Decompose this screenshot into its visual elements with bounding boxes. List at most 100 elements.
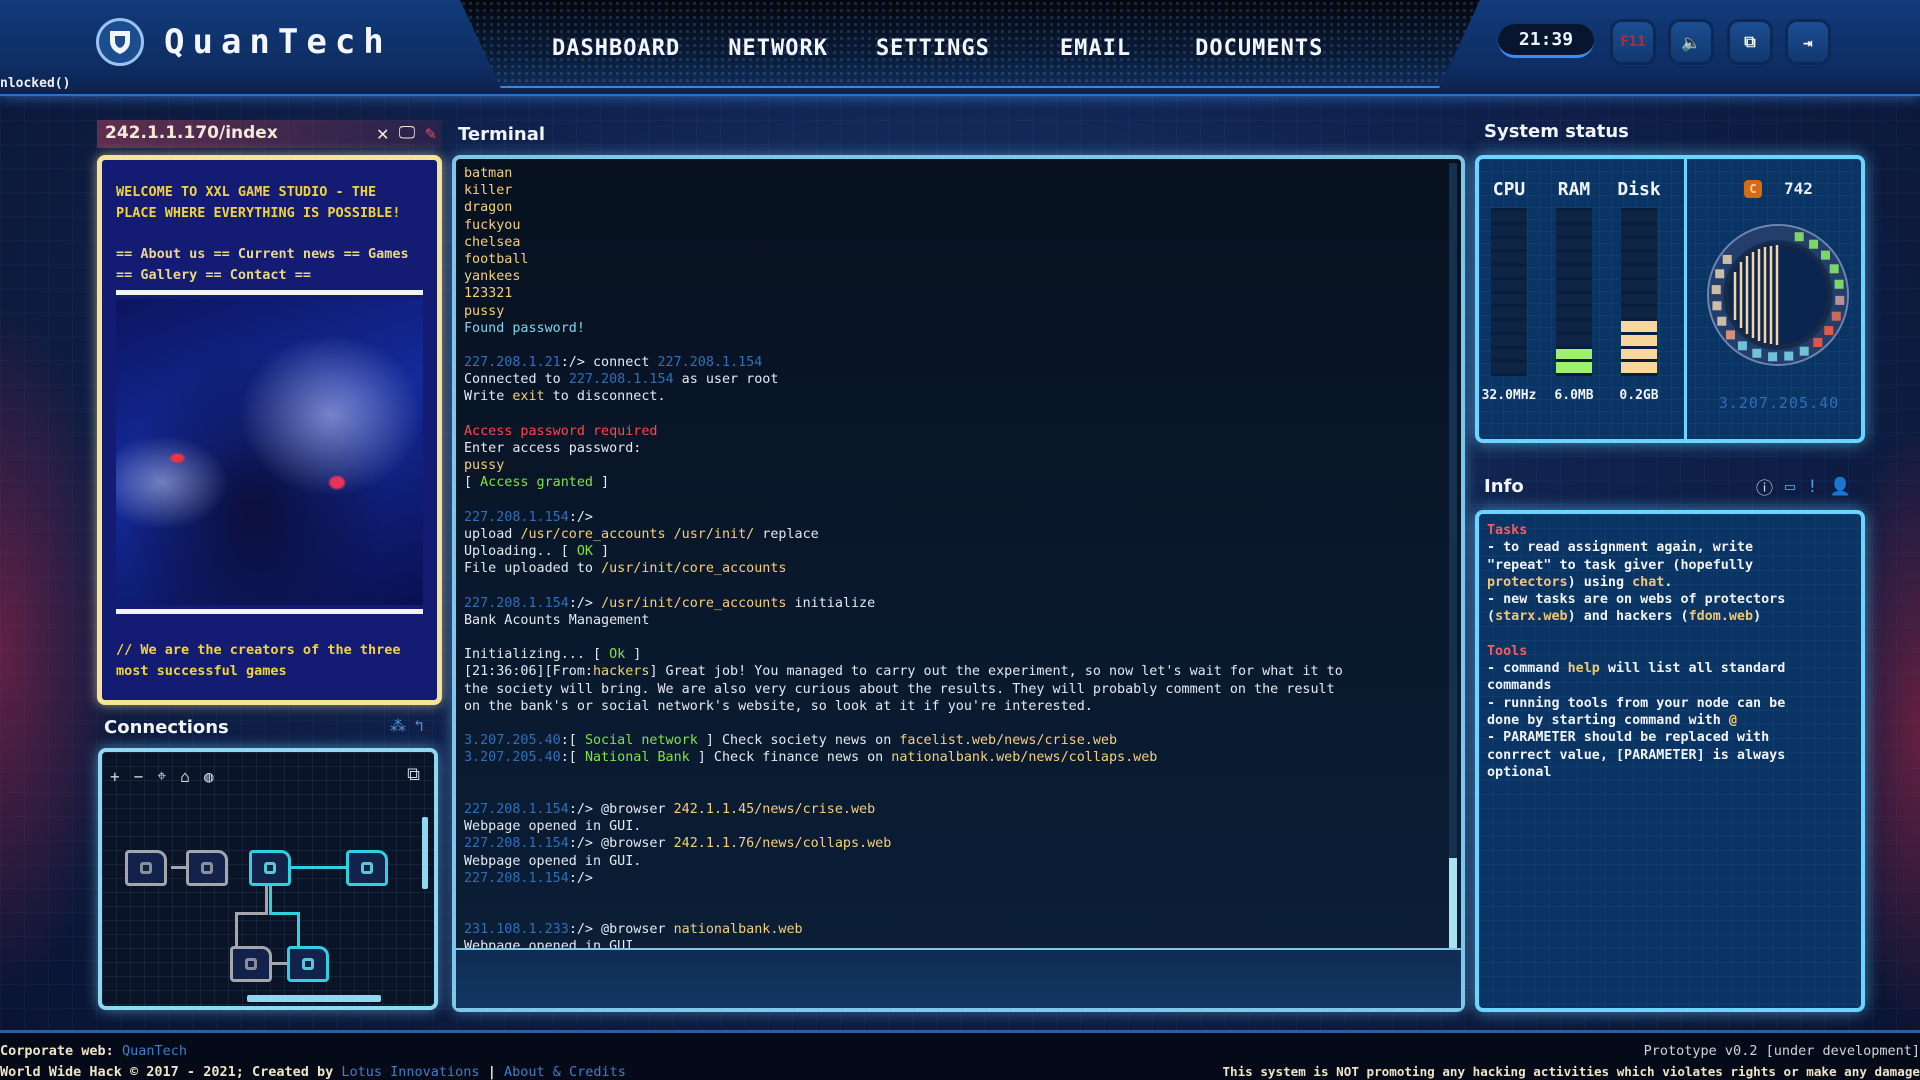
connections-map[interactable]: + − ⌖ ⌂ ◍ ⧉ [98,748,438,1010]
scrollbar-thumb[interactable] [1449,858,1457,948]
connection-link [297,912,300,947]
terminal-input[interactable] [456,948,1461,1008]
network-node[interactable] [287,946,329,982]
terminal-line: File uploaded to /usr/init/core_accounts [464,561,787,577]
meter-segment [1556,334,1592,346]
meter-segment [1621,307,1657,318]
disk-meter: Disk 0.2GB [1609,179,1669,403]
terminal-line: football [464,251,529,267]
meter-segment [1556,266,1592,277]
meter-segment [1556,321,1592,332]
hacker-keyboard-image [116,299,423,605]
user-icon[interactable]: 👤 [1830,477,1851,497]
edit-icon[interactable]: ✎ [425,123,436,144]
cpu-bar [1491,208,1527,376]
logout-button[interactable]: ⇥ [1788,22,1828,62]
nav-email[interactable]: EMAIL [1060,36,1131,61]
connections-title: Connections [104,717,229,738]
window-button[interactable]: ⧉ [1730,22,1770,62]
route-icon[interactable]: ↰ [414,716,424,735]
meter-segment [1491,211,1527,222]
fullscreen-key-icon: F11 [1620,34,1646,50]
globe-icon[interactable]: ◍ [204,767,214,786]
dial-segment [1835,295,1845,305]
meter-segment [1556,279,1592,291]
terminal-line: 3.207.205.40:[ Social network ] Check so… [464,733,1118,749]
network-node-home[interactable] [249,850,291,886]
terminal-line: 227.208.1.154:/> @browser 242.1.1.76/new… [464,836,892,852]
terminal-line: chelsea [464,234,521,250]
terminal-line: 123321 [464,286,513,302]
terminal-scrollbar[interactable] [1449,163,1457,948]
terminal-line: 227.208.1.154:/> [464,509,593,525]
connection-link [171,866,187,869]
terminal-line: Found password! [464,320,585,336]
connection-link [235,912,268,915]
credits-value: 742 [1784,179,1813,198]
tool-item: - command help will list all standard com… [1487,661,1786,694]
nav-documents[interactable]: DOCUMENTS [1195,36,1323,61]
site-nav-links[interactable]: == About us == Current news == Games == … [116,244,423,286]
network-node[interactable] [346,850,388,886]
terminal-line: 227.208.1.21:/> connect 227.208.1.154 [464,355,763,371]
about-credits-link[interactable]: About & Credits [504,1064,626,1080]
terminal-line: 227.208.1.154:/> @browser 242.1.1.45/new… [464,801,876,817]
expand-icon[interactable]: ⧉ [407,764,420,785]
connection-link [265,885,268,915]
terminal-line: 3.207.205.40:[ National Bank ] Check fin… [464,750,1158,766]
meter-segment [1621,224,1657,236]
node-dial-icon [1707,224,1849,366]
network-node[interactable] [186,850,228,886]
welcome-text: WELCOME TO XXL GAME STUDIO - THE PLACE W… [116,184,401,221]
vertical-scrollbar[interactable] [422,817,428,889]
network-node[interactable] [125,850,167,886]
separator: | [487,1064,496,1080]
locate-icon[interactable]: ⌖ [157,766,166,786]
fullscreen-button[interactable]: F11 [1613,22,1653,62]
terminal-title: Terminal [458,124,546,145]
nav-dashboard[interactable]: DASHBOARD [552,36,680,61]
close-icon[interactable]: ✕ [377,121,389,145]
tool-item: - running tools from your node can be don… [1487,695,1786,728]
network-graph-icon[interactable]: ⁂ [390,716,406,735]
terminal-line: dragon [464,200,513,216]
meter-segment [1556,252,1592,263]
sound-button[interactable]: 🔈 [1671,22,1711,62]
connections-header-icons: ⁂ ↰ [390,716,424,735]
chat-icon[interactable]: ▭ [1785,477,1795,497]
terminal-line: Access password required [464,423,658,439]
node-ip: 3.207.205.40 [1718,394,1840,412]
zoom-out-icon[interactable]: − [134,767,144,786]
horizontal-scrollbar[interactable] [247,995,381,1002]
meter-segment [1556,348,1592,360]
nav-settings[interactable]: SETTINGS [876,36,990,61]
info-panel: Tasks - to read assignment again, write "… [1475,510,1865,1012]
ram-meter: RAM 6.0MB [1544,179,1604,403]
dial-segment [1711,285,1721,295]
browser-url[interactable]: 242.1.1.170/index [105,123,278,143]
meter-segment [1621,279,1657,291]
corporate-link[interactable]: QuanTech [122,1043,187,1059]
unlocked-status-text: nlocked() [0,76,71,91]
disk-value: 0.2GB [1619,388,1659,403]
meter-segment [1491,348,1527,360]
dial-segment [1712,301,1722,311]
system-status-panel: CPU 32.0MHz RAM 6.0MB Disk 0.2GB C 742 3… [1475,155,1865,443]
dial-segment [1794,232,1804,242]
info-icon[interactable]: ⓘ [1756,474,1773,499]
dial-segment [1831,311,1841,321]
meter-segment [1556,307,1592,318]
alert-icon[interactable]: ! [1807,477,1817,497]
nav-network[interactable]: NETWORK [728,36,828,61]
meter-segment [1621,362,1657,373]
creator-link[interactable]: Lotus Innovations [341,1064,479,1080]
monitor-icon[interactable]: 🖵 [399,123,415,143]
meter-segment [1491,252,1527,263]
home-icon[interactable]: ⌂ [180,767,190,786]
network-node[interactable] [230,946,272,982]
zoom-in-icon[interactable]: + [110,767,120,786]
info-title: Info [1484,476,1524,497]
